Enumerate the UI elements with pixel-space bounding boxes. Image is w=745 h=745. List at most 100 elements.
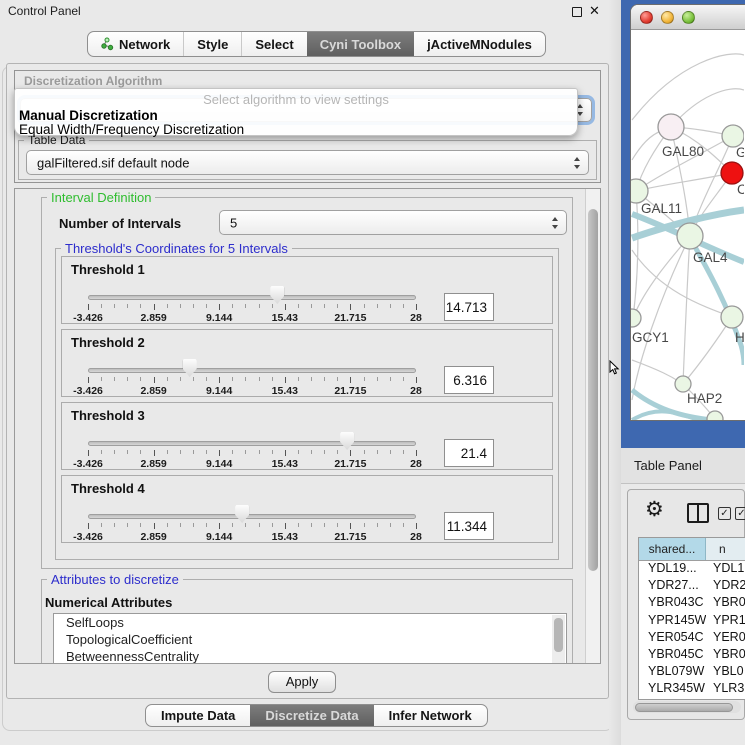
cell-name[interactable]: YIL0 — [706, 699, 745, 701]
slider-thumb[interactable] — [235, 505, 249, 523]
cell-name[interactable]: YDL1 — [706, 561, 745, 578]
minor-tick — [127, 304, 128, 308]
cell-shared-name[interactable]: YER054C — [639, 630, 706, 647]
minor-tick — [403, 450, 404, 454]
network-canvas[interactable]: GAL80 GA C GAL11 GAL4 GCY1 H HAP2 — [631, 30, 745, 420]
cell-name[interactable]: YBL0 — [706, 664, 745, 681]
network-nodes[interactable] — [631, 114, 744, 421]
slider-track[interactable] — [88, 514, 416, 519]
number-of-intervals-value: 5 — [230, 215, 237, 230]
threshold-value-field[interactable]: 11.344 — [444, 512, 494, 540]
tab-select[interactable]: Select — [241, 32, 306, 56]
slider-thumb[interactable] — [183, 359, 197, 377]
cell-shared-name[interactable]: YLR345W — [639, 681, 706, 698]
cell-name[interactable]: YER0 — [706, 630, 745, 647]
tab-infer-network[interactable]: Infer Network — [374, 705, 487, 726]
checkbox-icon[interactable]: ✓ — [735, 507, 745, 520]
list-item[interactable]: TopologicalCoefficient — [54, 631, 566, 648]
dropdown-option-equal-width[interactable]: Equal Width/Frequency Discretization — [19, 122, 244, 137]
cell-name[interactable]: YBR0 — [706, 647, 745, 664]
apply-button[interactable]: Apply — [268, 671, 336, 693]
minor-tick — [364, 377, 365, 381]
list-item[interactable]: SelfLoops — [54, 614, 566, 631]
threshold-slider[interactable]: -3.4262.8599.14415.4321.71528 — [88, 257, 416, 325]
settings-vertical-scrollbar[interactable] — [585, 189, 600, 663]
threshold-value-field[interactable]: 6.316 — [444, 366, 494, 394]
numerical-attributes-list[interactable]: SelfLoopsTopologicalCoefficientBetweenne… — [53, 613, 567, 664]
table-data-combobox[interactable]: galFiltered.sif default node — [26, 150, 589, 175]
table-row[interactable]: YPR145WYPR1 — [639, 613, 745, 630]
minor-tick — [324, 523, 325, 527]
tab-impute-data[interactable]: Impute Data — [146, 705, 250, 726]
tab-network[interactable]: Network — [88, 32, 183, 56]
table-row[interactable]: YBL079WYBL0 — [639, 664, 745, 681]
tab-style[interactable]: Style — [183, 32, 241, 56]
slider-thumb[interactable] — [270, 286, 284, 304]
algorithm-placeholder-option[interactable]: Select algorithm to view settings — [15, 92, 577, 107]
float-window-icon[interactable] — [572, 7, 582, 17]
table-row[interactable]: YDR27...YDR2 — [639, 578, 745, 595]
cell-shared-name[interactable]: YBR045C — [639, 647, 706, 664]
table-row[interactable]: YLR345WYLR3 — [639, 681, 745, 698]
cell-name[interactable]: YPR1 — [706, 613, 745, 630]
combo-arrows-icon — [574, 157, 581, 169]
cell-shared-name[interactable]: YBR043C — [639, 595, 706, 612]
slider-track[interactable] — [88, 441, 416, 446]
minor-tick — [390, 523, 391, 527]
cell-shared-name[interactable]: YDL19... — [639, 561, 706, 578]
columns-icon[interactable] — [687, 503, 709, 523]
tick-label: -3.426 — [73, 458, 103, 470]
minor-tick — [390, 304, 391, 308]
column-header-name[interactable]: n — [706, 538, 745, 560]
attributes-list-scrollbar[interactable] — [552, 615, 565, 664]
scrollbar-thumb[interactable] — [588, 209, 598, 571]
cell-shared-name[interactable]: YPR145W — [639, 613, 706, 630]
minor-tick — [298, 377, 299, 381]
tab-cyni-toolbox[interactable]: Cyni Toolbox — [307, 32, 414, 56]
threshold-slider[interactable]: -3.4262.8599.14415.4321.71528 — [88, 330, 416, 398]
cell-shared-name[interactable]: YBL079W — [639, 664, 706, 681]
scrollbar-thumb[interactable] — [635, 703, 733, 712]
threshold-slider[interactable]: -3.4262.8599.14415.4321.71528 — [88, 476, 416, 544]
table-row[interactable]: YBR045CYBR0 — [639, 647, 745, 664]
slider-track[interactable] — [88, 295, 416, 300]
table-row[interactable]: YDL19...YDL1 — [639, 561, 745, 578]
tick-label: 9.144 — [206, 458, 232, 470]
major-tick — [154, 523, 155, 529]
table-horizontal-scrollbar[interactable] — [633, 701, 741, 713]
minor-tick — [206, 304, 207, 308]
slider-track[interactable] — [88, 368, 416, 373]
column-header-shared-name[interactable]: shared... — [639, 538, 706, 560]
threshold-slider[interactable]: -3.4262.8599.14415.4321.71528 — [88, 403, 416, 471]
checkbox-icon[interactable]: ✓ — [718, 507, 731, 520]
cell-name[interactable]: YBR0 — [706, 595, 745, 612]
number-of-intervals-combobox[interactable]: 5 — [219, 210, 567, 235]
cell-name[interactable]: YLR3 — [706, 681, 745, 698]
table-row[interactable]: YIL052CYIL0 — [639, 699, 745, 701]
close-traffic-light-icon[interactable] — [640, 11, 653, 24]
threshold-value-field[interactable]: 21.4 — [444, 439, 494, 467]
major-tick — [416, 304, 417, 310]
scrollbar-thumb[interactable] — [554, 618, 563, 652]
minor-tick — [232, 450, 233, 454]
cell-shared-name[interactable]: YIL052C — [639, 699, 706, 701]
dropdown-option-manual-discretization[interactable]: Manual Discretization — [19, 108, 158, 123]
list-item[interactable]: BetweennessCentrality — [54, 648, 566, 664]
control-panel-title: Control Panel — [8, 4, 81, 18]
minimize-traffic-light-icon[interactable] — [661, 11, 674, 24]
table-row[interactable]: YBR043CYBR0 — [639, 595, 745, 612]
node-hap2 — [675, 376, 691, 392]
tab-discretize-data[interactable]: Discretize Data — [250, 705, 373, 726]
cell-name[interactable]: YDR2 — [706, 578, 745, 595]
threshold-list: Threshold 1 -3.4262.8599.14415.4321.7152… — [61, 256, 553, 543]
table-row[interactable]: YER054CYER0 — [639, 630, 745, 647]
gear-icon[interactable]: ⚙ — [645, 497, 664, 522]
close-icon[interactable]: ✕ — [589, 3, 600, 19]
slider-thumb[interactable] — [340, 432, 354, 450]
zoom-traffic-light-icon[interactable] — [682, 11, 695, 24]
cell-shared-name[interactable]: YDR27... — [639, 578, 706, 595]
network-window-titlebar[interactable] — [631, 5, 745, 30]
tab-jactivemnodules[interactable]: jActiveMNodules — [414, 32, 545, 56]
threshold-value-field[interactable]: 14.713 — [444, 293, 494, 321]
minor-tick — [193, 523, 194, 527]
